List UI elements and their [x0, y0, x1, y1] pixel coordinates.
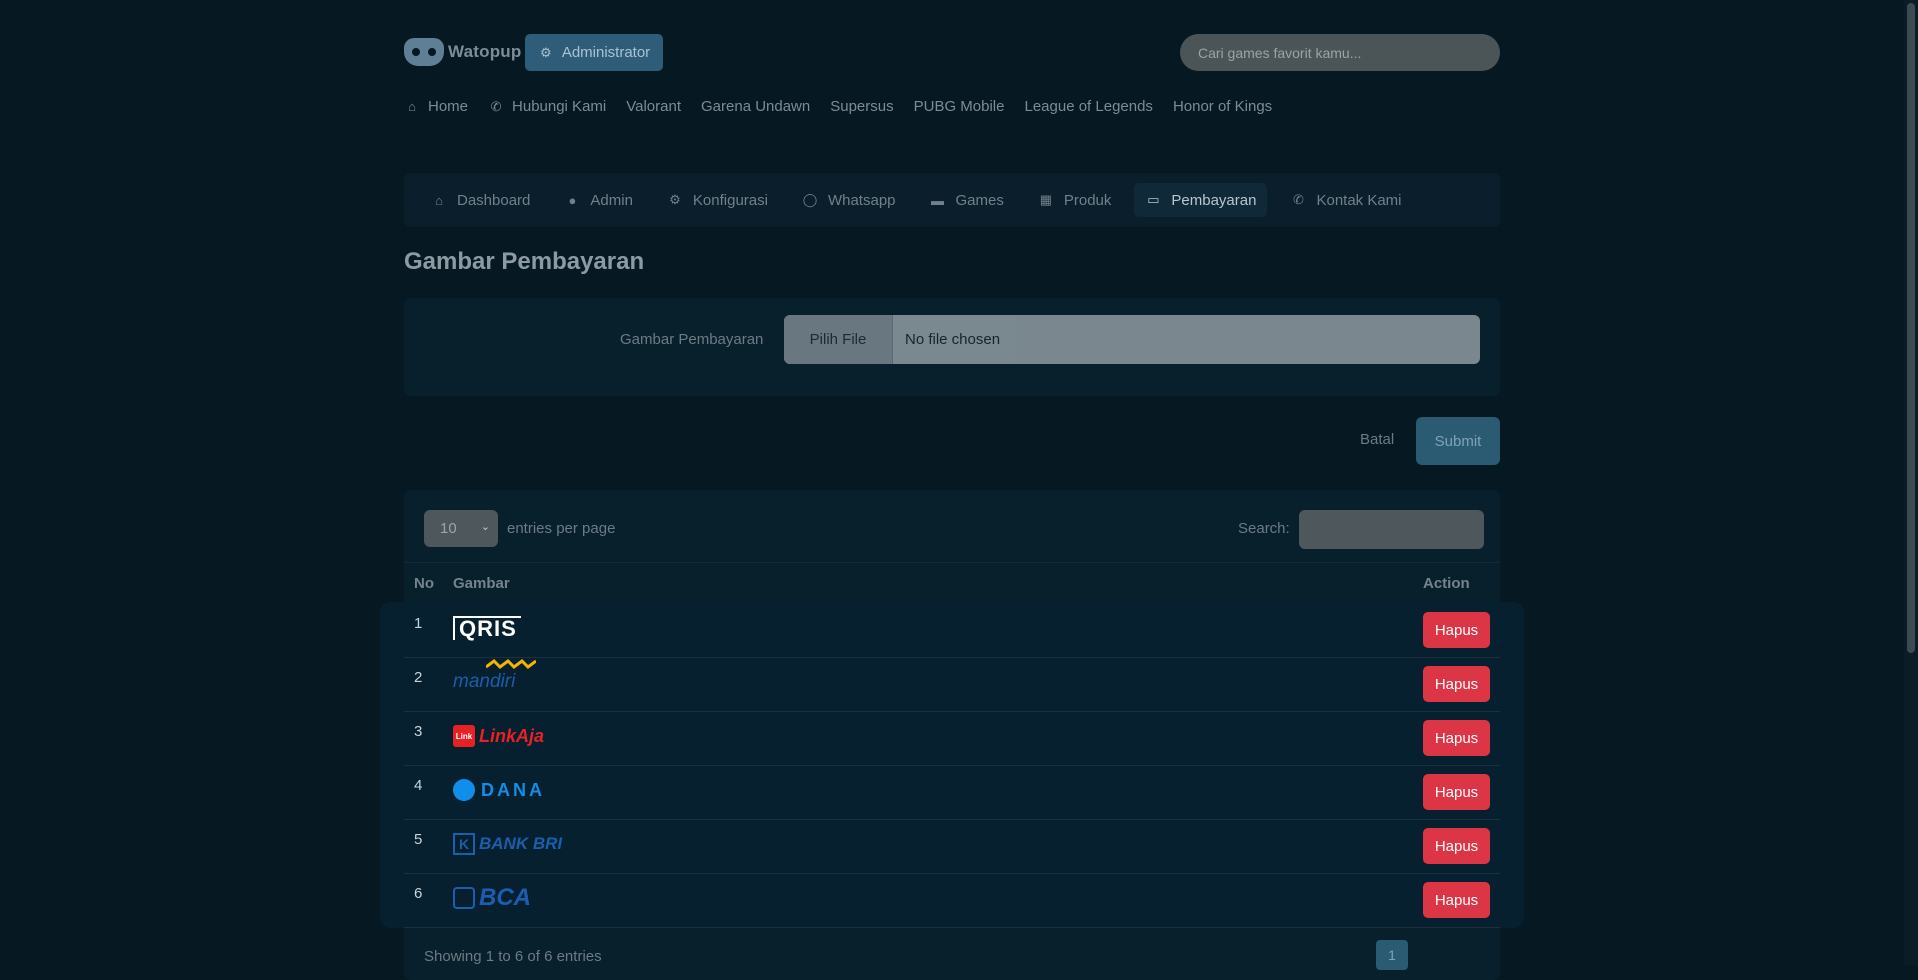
tab-whatsapp[interactable]: ◯ Whatsapp	[791, 183, 907, 217]
table-row: 4 DANA Hapus	[404, 765, 1500, 820]
chevron-down-icon: ⌄	[480, 521, 490, 533]
tab-label: Games	[955, 191, 1004, 209]
row-number: 1	[414, 615, 423, 632]
delete-button[interactable]: Hapus	[1423, 774, 1490, 810]
row-number: 5	[414, 831, 423, 848]
nav-item-label: Valorant	[626, 98, 681, 115]
row-number: 2	[414, 669, 423, 686]
column-no[interactable]: No	[414, 575, 434, 592]
gear-icon: ⚙	[539, 44, 552, 60]
page-title: Gambar Pembayaran	[404, 248, 645, 275]
table-header: No Gambar Action	[404, 562, 1500, 604]
phone-icon: ✆	[490, 98, 502, 114]
admin-page: Watopup ⚙ Administrator ⌂ Home ✆ Hubungi…	[0, 0, 1918, 980]
brand-logo[interactable]: Watopup	[404, 34, 521, 70]
phone-icon: ✆	[1293, 192, 1304, 207]
nav-item-label: PUBG Mobile	[913, 98, 1005, 115]
top-navigation: ⌂ Home ✆ Hubungi Kami Valorant Garena Un…	[404, 98, 1272, 115]
nav-item-garena-undawn[interactable]: Garena Undawn	[701, 98, 810, 115]
row-number: 4	[414, 777, 423, 794]
payment-logo-bri: K BANK BRI	[453, 827, 562, 861]
payment-logo-qris: QRIS	[453, 611, 521, 645]
nav-item-label: Hubungi Kami	[512, 98, 607, 115]
payment-image-file-input[interactable]: Pilih File No file chosen	[784, 315, 1480, 364]
tab-konfigurasi[interactable]: ⚙ Konfigurasi	[656, 183, 779, 217]
entries-per-page-label: entries per page	[507, 520, 616, 537]
pagination-page-button[interactable]: 1	[1376, 940, 1408, 970]
tab-kontak-kami[interactable]: ✆ Kontak Kami	[1279, 183, 1412, 217]
entries-per-page-value: 10	[440, 520, 457, 537]
nav-item-home[interactable]: ⌂ Home	[404, 98, 468, 115]
nav-item-supersus[interactable]: Supersus	[830, 98, 893, 115]
home-icon: ⌂	[408, 99, 416, 114]
tab-label: Produk	[1063, 191, 1112, 209]
table-search-input[interactable]	[1299, 510, 1484, 549]
game-search-input[interactable]	[1180, 34, 1500, 71]
tab-admin[interactable]: ● Admin	[553, 183, 644, 217]
table-row: 5 K BANK BRI Hapus	[404, 819, 1500, 874]
delete-button[interactable]: Hapus	[1423, 666, 1490, 702]
gear-icon: ⚙	[669, 192, 681, 207]
tab-label: Kontak Kami	[1316, 191, 1402, 209]
home-icon: ⌂	[435, 192, 443, 208]
table-row: 2 mandiri Hapus	[404, 657, 1500, 712]
whatsapp-icon: ◯	[802, 192, 818, 207]
choose-file-button[interactable]: Pilih File	[784, 315, 893, 364]
nav-item-label: Home	[428, 98, 469, 115]
delete-button[interactable]: Hapus	[1423, 882, 1490, 918]
delete-button[interactable]: Hapus	[1423, 720, 1490, 756]
admin-tabs: ⌂ Dashboard ● Admin ⚙ Konfigurasi ◯ Whatsapp…	[404, 173, 1500, 227]
nav-item-label: Honor of Kings	[1172, 98, 1273, 115]
payment-logo-bca: BCA	[453, 881, 531, 915]
credit-card-icon: ▭	[1147, 192, 1160, 207]
file-status: No file chosen	[905, 331, 1001, 348]
cancel-button[interactable]: Batal	[1360, 431, 1394, 448]
administrator-label: Administrator	[561, 44, 651, 61]
nav-item-league-of-legends[interactable]: League of Legends	[1024, 98, 1152, 115]
brand-name: Watopup	[448, 42, 522, 61]
payment-logo-mandiri: mandiri	[453, 659, 536, 699]
scrollbar-thumb[interactable]	[1907, 3, 1915, 653]
user-icon: ●	[568, 192, 577, 208]
table-row: 1 QRIS Hapus	[404, 603, 1500, 658]
delete-button[interactable]: Hapus	[1423, 612, 1490, 648]
tab-label: Whatsapp	[827, 191, 896, 209]
tab-dashboard[interactable]: ⌂ Dashboard	[420, 183, 541, 217]
nav-item-valorant[interactable]: Valorant	[626, 98, 681, 115]
nav-item-honor-of-kings[interactable]: Honor of Kings	[1173, 98, 1272, 115]
table-row: 3 Link LinkAja Hapus	[404, 711, 1500, 766]
table-info: Showing 1 to 6 of 6 entries	[424, 948, 602, 965]
tab-label: Admin	[590, 191, 633, 209]
row-number: 6	[414, 885, 423, 902]
tab-label: Dashboard	[457, 191, 531, 209]
nav-item-label: Garena Undawn	[701, 98, 811, 115]
nav-item-pubg-mobile[interactable]: PUBG Mobile	[914, 98, 1005, 115]
tab-label: Konfigurasi	[692, 191, 768, 209]
payment-logo-linkaja: Link LinkAja	[453, 719, 544, 753]
tab-produk[interactable]: ▦ Produk	[1027, 183, 1123, 217]
payment-image-label: Gambar Pembayaran	[620, 331, 764, 348]
calendar-icon: ▦	[1039, 192, 1053, 207]
administrator-button[interactable]: ⚙ Administrator	[525, 34, 663, 71]
delete-button[interactable]: Hapus	[1423, 828, 1490, 864]
page-scrollbar[interactable]	[1904, 0, 1918, 965]
gamepad-icon: ▬	[931, 192, 945, 208]
table-search-label: Search:	[1238, 520, 1290, 537]
nav-item-hubungi-kami[interactable]: ✆ Hubungi Kami	[488, 98, 607, 115]
column-gambar[interactable]: Gambar	[453, 575, 510, 592]
tab-label: Pembayaran	[1171, 191, 1257, 209]
row-number: 3	[414, 723, 423, 740]
tab-games[interactable]: ▬ Games	[919, 183, 1015, 217]
entries-per-page-select[interactable]: 10 ⌄	[424, 510, 498, 547]
tab-pembayaran[interactable]: ▭ Pembayaran	[1134, 183, 1268, 217]
column-action[interactable]: Action	[1423, 575, 1470, 592]
submit-button[interactable]: Submit	[1416, 417, 1500, 465]
nav-item-label: League of Legends	[1024, 98, 1153, 115]
gamepad-icon	[404, 38, 444, 66]
payment-logo-dana: DANA	[453, 773, 545, 807]
nav-item-label: Supersus	[830, 98, 894, 115]
table-row: 6 BCA Hapus	[404, 873, 1500, 928]
